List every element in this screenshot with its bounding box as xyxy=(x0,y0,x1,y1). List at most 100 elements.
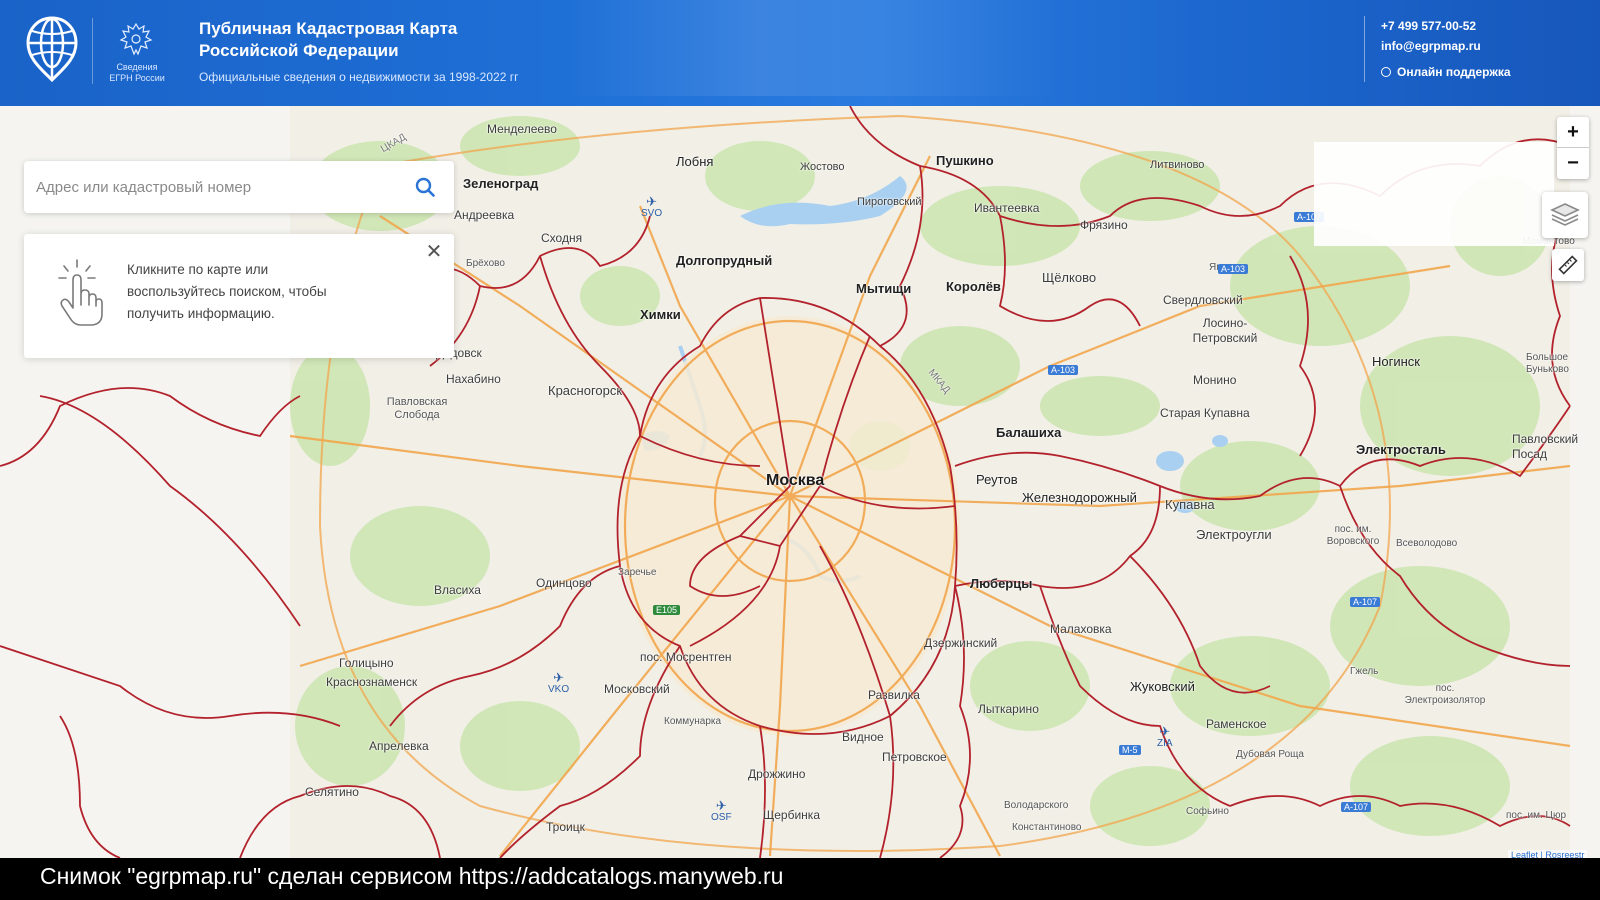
place-label: Петровское xyxy=(882,750,947,764)
airport-marker[interactable]: ✈ ZIA xyxy=(1157,724,1173,749)
plane-icon: ✈ xyxy=(646,194,658,209)
search-icon[interactable] xyxy=(414,176,436,198)
city-label-moscow: Москва xyxy=(766,472,825,489)
place-label: Ногинск xyxy=(1372,354,1420,369)
place-label: Электроугли xyxy=(1196,527,1272,542)
chat-icon xyxy=(1381,67,1391,77)
place-label: пос. им. Воровского xyxy=(1326,524,1380,547)
place-label: Свердловский xyxy=(1163,293,1243,307)
place-label: Дзержинский xyxy=(924,636,998,650)
place-label: Нахабино xyxy=(446,372,501,386)
place-label: Литвиново xyxy=(1150,159,1205,171)
place-label: Лыткарино xyxy=(978,702,1039,716)
place-label: пос. Электроизолятор xyxy=(1404,683,1486,706)
site-header: Сведения ЕГРН России Публичная Кадастров… xyxy=(0,0,1600,106)
airport-marker[interactable]: ✈ SVO xyxy=(641,194,662,219)
emblem-caption: Сведения ЕГРН России xyxy=(109,62,165,83)
place-label: Одинцово xyxy=(536,576,592,590)
pointer-hand-icon xyxy=(58,259,103,326)
layers-button[interactable] xyxy=(1542,192,1588,238)
airport-marker[interactable]: ✈ VKO xyxy=(548,671,569,695)
plane-icon: ✈ xyxy=(715,798,727,813)
place-label: Пироговский xyxy=(857,196,922,208)
place-label: Гжель xyxy=(1350,666,1379,677)
search-input[interactable] xyxy=(36,175,396,199)
contacts-divider xyxy=(1364,16,1365,82)
place-label: Андреевка xyxy=(454,208,515,222)
place-label: Королёв xyxy=(946,279,1001,294)
place-label: Люберцы xyxy=(970,576,1033,591)
place-label: Краснознаменск xyxy=(326,675,418,689)
place-label: Московский xyxy=(604,682,670,696)
page-subtitle: Официальные сведения о недвижимости за 1… xyxy=(199,70,519,84)
info-panel: Кликните по карте или воспользуйтесь пои… xyxy=(24,234,454,358)
email-link[interactable]: info@egrpmap.ru xyxy=(1381,39,1481,53)
place-label: Реутов xyxy=(976,472,1018,487)
header-glow xyxy=(560,0,1060,96)
place-label: Дубовая Роща xyxy=(1236,749,1304,760)
page-title: Публичная Кадастровая Карта Российской Ф… xyxy=(199,19,458,60)
place-label: Павловская Слобода xyxy=(386,396,448,421)
online-support-link[interactable]: Онлайн поддержка xyxy=(1381,65,1511,79)
ruler-button[interactable] xyxy=(1552,249,1584,281)
place-label: Химки xyxy=(640,307,681,322)
place-label: Монино xyxy=(1193,373,1237,387)
globe-logo-icon[interactable] xyxy=(26,16,78,82)
place-label: Железнодорожный xyxy=(1022,490,1137,505)
place-label: Голицыно xyxy=(339,656,394,670)
road-shield: A-103 xyxy=(1048,365,1079,375)
place-label: Павловский Посад xyxy=(1512,432,1579,461)
road-shield: A-103 xyxy=(1218,264,1249,274)
header-divider xyxy=(92,18,93,84)
place-label: Софьино xyxy=(1186,806,1229,817)
info-text: Кликните по карте или воспользуйтесь пои… xyxy=(127,262,327,321)
place-label: Старая Купавна xyxy=(1160,406,1250,420)
place-label: Жостово xyxy=(800,161,845,173)
place-label: Константиново xyxy=(1012,822,1082,833)
zoom-in-button[interactable]: + xyxy=(1557,117,1589,148)
place-label: Апрелевка xyxy=(369,739,429,753)
layers-icon xyxy=(1550,203,1580,226)
place-label: Раменское xyxy=(1206,717,1267,731)
online-support-label: Онлайн поддержка xyxy=(1397,65,1511,79)
place-label: Лосино-Петровский xyxy=(1192,316,1258,345)
road-shield: M-5 xyxy=(1119,745,1141,755)
place-label: Зеленоград xyxy=(463,176,539,191)
place-label: пос. им. Цюр xyxy=(1506,810,1567,821)
place-label: Коммунарка xyxy=(664,716,722,727)
place-label: Малаховка xyxy=(1050,622,1112,636)
place-label: Власиха xyxy=(434,583,481,597)
place-label: Ивантеевка xyxy=(974,201,1040,215)
place-label: Щербинка xyxy=(763,808,820,822)
phone-link[interactable]: +7 499 577-00-52 xyxy=(1381,19,1476,33)
place-label: Купавна xyxy=(1165,497,1215,512)
zoom-out-button[interactable]: − xyxy=(1557,148,1589,179)
place-label: Долгопрудный xyxy=(676,253,773,268)
place-label: Электросталь xyxy=(1356,442,1446,457)
place-label: Развилка xyxy=(868,688,920,702)
place-label: Балашиха xyxy=(996,425,1062,440)
place-label: Володарского xyxy=(1004,800,1069,811)
place-label: пос. Мосрентген xyxy=(640,650,732,664)
place-label: Большое Буньково xyxy=(1526,352,1569,375)
zoom-control: + − xyxy=(1557,117,1589,179)
airport-marker[interactable]: ✈ OSF xyxy=(711,798,732,823)
place-label: Мытищи xyxy=(856,281,912,296)
place-label: Красногорск xyxy=(548,383,623,398)
place-label: Селятино xyxy=(305,785,359,799)
emblem-icon xyxy=(119,22,153,56)
road-shield: A-107 xyxy=(1341,802,1372,812)
road-shield: A-107 xyxy=(1350,597,1381,607)
close-icon[interactable]: ✕ xyxy=(422,240,446,264)
map-overlay-panel xyxy=(1314,142,1554,246)
place-label: Фрязино xyxy=(1080,218,1128,232)
place-label: Менделеево xyxy=(487,122,557,136)
road-shield: E105 xyxy=(653,605,681,615)
screenshot-caption: Снимок "egrpmap.ru" сделан сервисом http… xyxy=(0,858,1600,900)
plane-icon: ✈ xyxy=(1159,724,1171,739)
search-box[interactable] xyxy=(24,161,454,213)
map-attribution[interactable]: Leaflet | Rosreestr xyxy=(1508,850,1588,858)
place-label: Щёлково xyxy=(1042,270,1097,285)
ruler-icon xyxy=(1558,255,1578,275)
place-label: Брёхово xyxy=(466,258,505,269)
